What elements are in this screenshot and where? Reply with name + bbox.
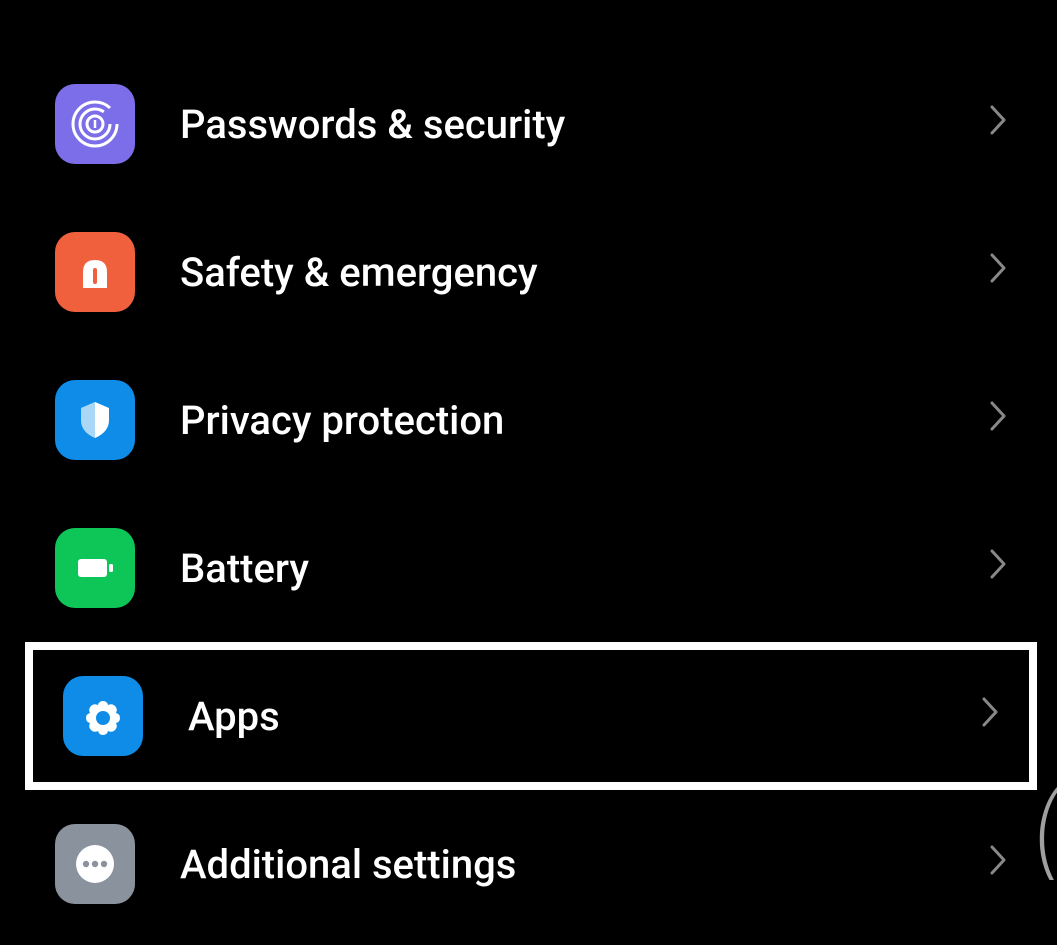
settings-item-safety-emergency[interactable]: Safety & emergency: [55, 198, 1017, 346]
fingerprint-icon: [55, 84, 135, 164]
battery-icon: [55, 528, 135, 608]
scrollbar-indicator[interactable]: (: [1032, 785, 1057, 880]
chevron-right-icon: [989, 400, 1007, 440]
settings-item-label: Apps: [188, 693, 981, 740]
settings-item-label: Privacy protection: [180, 397, 989, 444]
more-icon: [55, 824, 135, 904]
emergency-icon: [55, 232, 135, 312]
chevron-right-icon: [989, 104, 1007, 144]
chevron-right-icon: [989, 844, 1007, 884]
chevron-right-icon: [989, 252, 1007, 292]
settings-item-label: Safety & emergency: [180, 249, 989, 296]
chevron-right-icon: [981, 696, 999, 736]
settings-item-apps[interactable]: Apps: [25, 642, 1037, 790]
settings-item-label: Passwords & security: [180, 101, 989, 148]
apps-icon: [63, 676, 143, 756]
settings-item-passwords-security[interactable]: Passwords & security: [55, 50, 1017, 198]
chevron-right-icon: [989, 548, 1007, 588]
settings-item-label: Battery: [180, 545, 989, 592]
settings-item-privacy-protection[interactable]: Privacy protection: [55, 346, 1017, 494]
settings-item-battery[interactable]: Battery: [55, 494, 1017, 642]
settings-item-additional-settings[interactable]: Additional settings: [55, 790, 1017, 938]
shield-icon: [55, 380, 135, 460]
settings-list: Passwords & security Safety & emergency …: [0, 0, 1057, 938]
settings-item-label: Additional settings: [180, 841, 989, 888]
